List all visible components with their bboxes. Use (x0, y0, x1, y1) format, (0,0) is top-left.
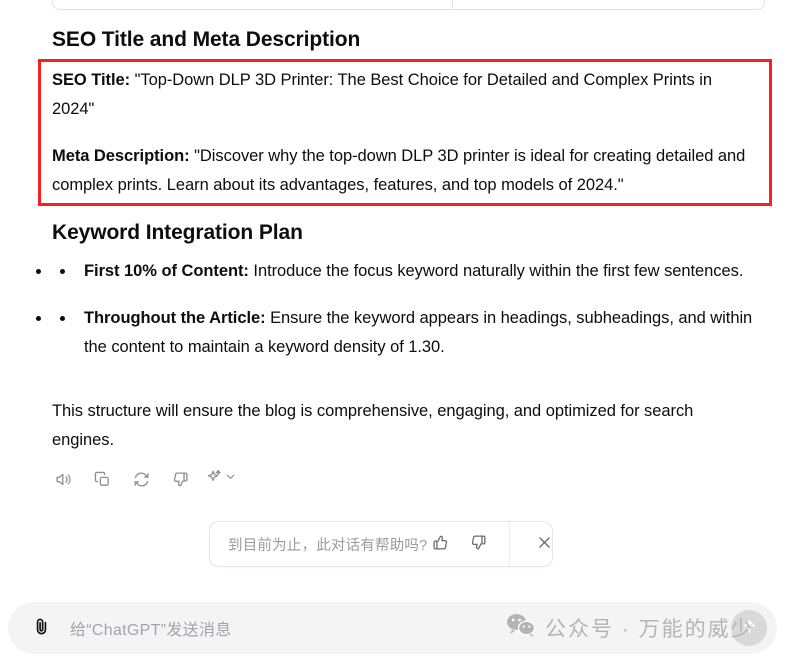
close-icon (536, 534, 553, 554)
list-item-label: Throughout the Article: (84, 309, 266, 327)
feedback-divider (509, 522, 511, 566)
refresh-icon (133, 471, 150, 488)
heading-seo-title-and-meta-description: SEO Title and Meta Description (52, 28, 361, 51)
speaker-icon (55, 471, 72, 488)
message-action-bar (48, 464, 239, 494)
composer-placeholder[interactable]: 给“ChatGPT”发送消息 (70, 616, 232, 640)
seo-title-paragraph: SEO Title: "Top-Down DLP 3D Printer: The… (52, 66, 758, 124)
feedback-actions (427, 522, 576, 566)
chevron-down-icon (224, 470, 237, 488)
chatgpt-conversation-screen: SEO Title and Meta Description SEO Title… (0, 0, 785, 662)
copy-button[interactable] (87, 464, 117, 494)
sparkle-icon (206, 468, 223, 490)
table-remnant (52, 0, 765, 10)
seo-title-label: SEO Title: (52, 71, 131, 89)
read-aloud-button[interactable] (48, 464, 78, 494)
bullet-dot-icon (60, 316, 65, 321)
list-item-label: First 10% of Content: (84, 262, 249, 280)
seo-title-value: "Top-Down DLP 3D Printer: The Best Choic… (52, 71, 712, 118)
bullet-dot-icon (60, 269, 65, 274)
heading-keyword-integration-plan: Keyword Integration Plan (52, 221, 303, 244)
arrow-up-icon (740, 617, 759, 639)
thumbs-down-icon (172, 471, 189, 488)
list-item-text: Introduce the focus keyword naturally wi… (248, 262, 744, 280)
list-item: Throughout the Article: Ensure the keywo… (52, 304, 758, 362)
paperclip-icon (31, 616, 52, 640)
feedback-close-button[interactable] (522, 522, 566, 566)
meta-description-label: Meta Description: (52, 147, 190, 165)
feedback-thumbs-down-button[interactable] (465, 531, 491, 557)
copy-icon (94, 471, 111, 488)
message-composer[interactable]: 给“ChatGPT”发送消息 (8, 602, 777, 654)
feedback-question: 到目前为止，此对话有帮助吗? (228, 537, 428, 554)
feedback-thumbs-up-button[interactable] (427, 531, 453, 557)
send-message-button[interactable] (731, 610, 767, 646)
keyword-integration-list: First 10% of Content: Introduce the focu… (52, 257, 758, 380)
closing-paragraph: This structure will ensure the blog is c… (52, 402, 694, 449)
bad-response-button[interactable] (165, 464, 195, 494)
attach-file-button[interactable] (24, 611, 58, 645)
regenerate-button[interactable] (126, 464, 156, 494)
thumbs-up-icon (432, 534, 449, 554)
meta-description-paragraph: Meta Description: "Discover why the top-… (52, 142, 758, 200)
list-item: First 10% of Content: Introduce the focu… (52, 257, 758, 286)
switch-model-button[interactable] (204, 468, 239, 490)
thumbs-down-icon (470, 534, 487, 554)
table-column-divider (452, 0, 453, 9)
conversation-feedback-bar: 到目前为止，此对话有帮助吗? (209, 521, 553, 567)
